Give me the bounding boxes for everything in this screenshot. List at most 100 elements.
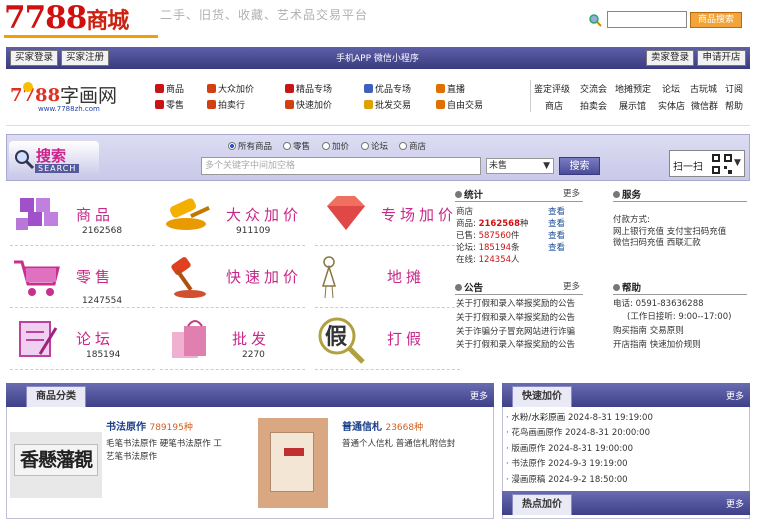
tile-retail[interactable]: 零售 1247554: [10, 252, 155, 308]
tile-title: 批发: [232, 330, 271, 348]
view-link[interactable]: 查看: [548, 207, 565, 218]
link-booth[interactable]: 地摊预定: [615, 82, 651, 95]
radio-dot: [361, 142, 369, 150]
tile-anti-fake[interactable]: 假 打假: [315, 314, 460, 370]
quick-item[interactable]: · 花鸟画画原作 2024-8-31 20:00:00: [506, 428, 650, 439]
top-search-input[interactable]: [607, 11, 687, 28]
open-shop-button[interactable]: 申请开店: [697, 50, 746, 66]
tile-forum[interactable]: 论坛 185194: [10, 314, 155, 370]
notice-more-link[interactable]: 更多: [563, 280, 580, 292]
tile-special-auction[interactable]: 专场加价: [315, 190, 460, 246]
goods-item-title[interactable]: 书法原作 789195种: [106, 422, 193, 434]
gem-icon: [285, 84, 294, 93]
cart-icon: [14, 260, 60, 296]
tile-title: 专场加价: [381, 206, 458, 224]
link-wechat[interactable]: 微信群: [691, 99, 718, 112]
quick-item[interactable]: · 水粉/水彩原画 2024-8-31 19:19:00: [506, 413, 653, 424]
cat-retail[interactable]: 零售: [155, 98, 184, 111]
link-exchange[interactable]: 交流会: [580, 82, 607, 95]
cat-live[interactable]: 直播: [436, 82, 465, 95]
goods-bar: 商品分类 更多: [6, 383, 494, 407]
cat-wholesale[interactable]: 批发交易: [364, 98, 411, 111]
help-links-1[interactable]: 购买指南 交易原则: [613, 326, 684, 337]
view-link[interactable]: 查看: [548, 231, 565, 242]
link-subscribe[interactable]: 订阅: [725, 82, 743, 95]
link-appraisal[interactable]: 鉴定评级: [534, 82, 570, 95]
tile-title: 商品: [76, 206, 115, 224]
link-shop[interactable]: 商店: [545, 99, 563, 112]
tile-wholesale[interactable]: 批发 2270: [160, 314, 305, 370]
goods-more-link[interactable]: 更多: [470, 389, 488, 402]
scan-label: 扫一扫: [673, 162, 703, 173]
zihua-logo[interactable]: 7788 字画网 www.7788zh.com: [8, 79, 128, 115]
cat-public-auction[interactable]: 大众加价: [207, 82, 254, 95]
quick-item[interactable]: · 漫画原稿 2024-9-2 18:50:00: [506, 475, 628, 486]
notice-item[interactable]: 关于打假和录入举报奖励的公告: [456, 313, 575, 324]
view-link[interactable]: 查看: [548, 243, 565, 254]
tile-booth[interactable]: 地摊: [315, 252, 460, 308]
letter-image[interactable]: [258, 418, 328, 508]
quick-item[interactable]: · 版画原作 2024-8-31 19:00:00: [506, 444, 633, 455]
notice-item[interactable]: 关于诈骗分子冒充网站进行诈骗: [456, 327, 575, 338]
link-auction-meeting[interactable]: 拍卖会: [580, 99, 607, 112]
cat-quality[interactable]: 优品专场: [364, 82, 411, 95]
radio-forum[interactable]: 论坛: [361, 140, 388, 152]
logo-text: 商城: [86, 8, 129, 34]
tile-quick-auction[interactable]: 快速加价: [160, 252, 305, 308]
radio-all[interactable]: 所有商品: [228, 140, 272, 152]
keyword-input[interactable]: 多个关键字中间加空格: [201, 157, 481, 175]
tile-public-auction[interactable]: 大众加价 911109: [160, 190, 305, 246]
chevron-down-icon: ▼: [543, 161, 550, 171]
seller-login-button[interactable]: 卖家登录: [646, 50, 694, 66]
notice-item[interactable]: 关于打假和录入举报奖励的公告: [456, 299, 575, 310]
search-button[interactable]: 搜索: [559, 157, 600, 175]
stats-more-link[interactable]: 更多: [563, 187, 580, 199]
cart-icon: [155, 100, 164, 109]
scan-qr-button[interactable]: 扫一扫 ▼: [669, 150, 745, 177]
app-link[interactable]: 手机APP 微信小程序: [336, 51, 419, 64]
pay-methods-1[interactable]: 网上银行充值 支付宝扫码充值: [613, 227, 726, 238]
radio-retail[interactable]: 零售: [283, 140, 310, 152]
site-logo[interactable]: 7788商城: [4, 0, 158, 38]
goods-item-title[interactable]: 普通信札 23668种: [342, 422, 423, 434]
buyer-login-button[interactable]: 买家登录: [10, 50, 58, 66]
goods-tab[interactable]: 商品分类: [26, 386, 86, 407]
bullet-icon: [455, 284, 462, 291]
shopping-bag-icon: [172, 320, 206, 358]
goods-item-desc[interactable]: 普通个人信札 普通信札附信封: [342, 438, 462, 451]
link-help[interactable]: 帮助: [725, 99, 743, 112]
link-antique-city[interactable]: 古玩城: [690, 82, 717, 95]
buyer-register-button[interactable]: 买家注册: [61, 50, 109, 66]
help-links-2[interactable]: 开店指南 快速加价规则: [613, 340, 701, 351]
notice-item[interactable]: 关于打假和录入举报奖励的公告: [456, 340, 575, 351]
cat-quick-auction[interactable]: 快速加价: [285, 98, 332, 111]
cat-goods[interactable]: 商品: [155, 82, 184, 95]
qr-code-icon: [712, 154, 732, 174]
link-showroom[interactable]: 展示馆: [619, 99, 646, 112]
link-store[interactable]: 实体店: [658, 99, 685, 112]
quick-more-link[interactable]: 更多: [726, 389, 744, 402]
goods-item-desc[interactable]: 毛笔书法原作 硬笔书法原作 工艺笔书法原作: [106, 438, 226, 464]
quick-tab[interactable]: 快速加价: [512, 386, 572, 407]
radio-auction[interactable]: 加价: [322, 140, 349, 152]
calligraphy-image[interactable]: 香懸藩覩: [10, 432, 102, 498]
cat-premium[interactable]: 精品专场: [285, 82, 332, 95]
status-select[interactable]: 未售 ▼: [486, 158, 554, 174]
top-search-button[interactable]: 商品搜索: [690, 12, 742, 28]
tile-goods[interactable]: 商品 2162568: [10, 190, 155, 246]
cat-free-trade[interactable]: 自由交易: [436, 98, 483, 111]
bullet-icon: [613, 191, 620, 198]
radio-shop[interactable]: 商店: [399, 140, 426, 152]
tile-count: 1247554: [82, 296, 123, 306]
letter-paper: [270, 432, 314, 492]
view-link[interactable]: 查看: [548, 219, 565, 230]
radio-dot: [228, 142, 236, 150]
stats-store-label[interactable]: 商店: [456, 207, 473, 218]
link-forum[interactable]: 论坛: [662, 82, 680, 95]
cat-auction-house[interactable]: 拍卖行: [207, 98, 245, 111]
pay-methods-2[interactable]: 微信扫码充值 西联汇款: [613, 238, 701, 249]
tile-count: 911109: [236, 226, 271, 236]
hot-tab[interactable]: 热点加价: [512, 494, 572, 515]
hot-more-link[interactable]: 更多: [726, 497, 744, 510]
quick-item[interactable]: · 书法原作 2024-9-3 19:19:00: [506, 459, 628, 470]
